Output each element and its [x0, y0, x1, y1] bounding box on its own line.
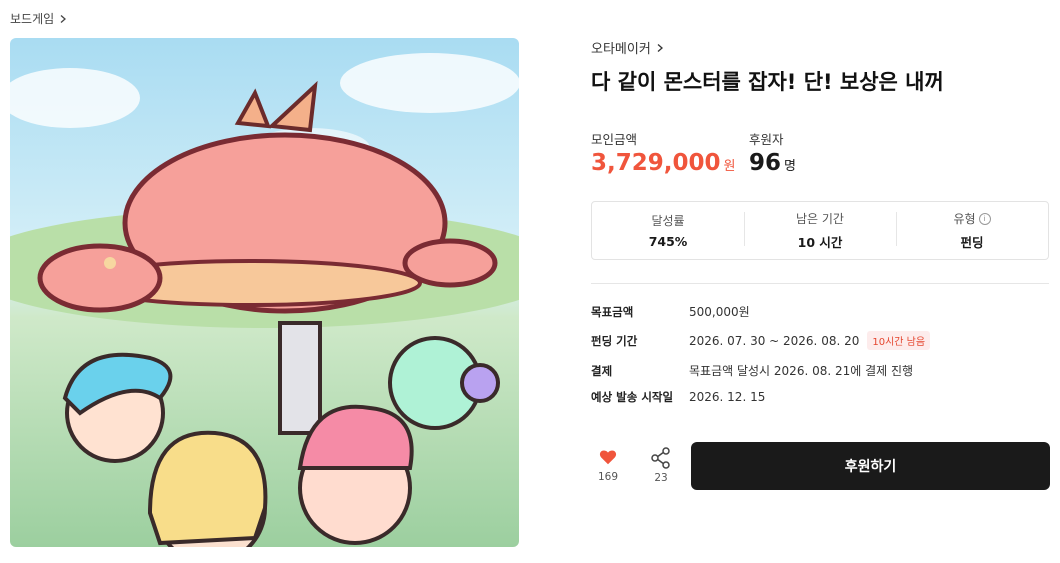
remaining-value: 10 시간	[797, 235, 843, 250]
payment-key: 결제	[591, 363, 613, 378]
funding-value: 3,729,000	[591, 150, 721, 176]
summary-box: 달성률 745% 남은 기간 10 시간 유형 i 펀딩	[591, 201, 1049, 260]
share-count: 23	[654, 472, 668, 484]
info-icon[interactable]: i	[978, 212, 991, 225]
payment-value: 목표금액 달성시 2026. 08. 21에 결제 진행	[689, 364, 914, 378]
backers-label: 후원자	[749, 132, 784, 147]
project-type: 유형 i 펀딩	[896, 210, 1048, 251]
back-project-button[interactable]: 후원하기	[691, 442, 1050, 490]
backers-value: 96	[749, 150, 782, 176]
creator-name[interactable]: 오타메이커	[591, 38, 651, 57]
achievement-rate: 달성률 745%	[592, 212, 744, 249]
remaining-label: 남은 기간	[796, 212, 844, 226]
funding-label: 모인금액	[591, 132, 638, 147]
period-key: 펀딩 기간	[591, 333, 638, 348]
backers-count: 96 명	[749, 150, 796, 176]
funding-amount: 3,729,000 원	[591, 150, 735, 176]
rate-label: 달성률	[651, 214, 685, 228]
ship-key: 예상 발송 시작일	[591, 390, 674, 404]
period-value: 2026. 07. 30 ~ 2026. 08. 20	[689, 333, 860, 348]
period-row: 펀딩 기간 2026. 07. 30 ~ 2026. 08. 20 10시간 남…	[591, 331, 931, 350]
project-title: 다 같이 몬스터를 잡자! 단! 보상은 내꺼	[591, 70, 944, 94]
like-button[interactable]: 169	[598, 449, 618, 483]
like-count: 169	[598, 471, 619, 483]
creator-link[interactable]: 오타메이커	[591, 38, 665, 57]
share-icon	[651, 447, 670, 469]
backers-unit: 명	[784, 159, 796, 174]
share-button[interactable]: 23	[650, 447, 672, 484]
breadcrumb[interactable]: 보드게임	[10, 10, 68, 27]
type-label: 유형	[953, 212, 976, 226]
project-hero-image	[10, 38, 519, 547]
payment-row: 결제 목표금액 달성시 2026. 08. 21에 결제 진행	[591, 362, 913, 379]
ship-value: 2026. 12. 15	[689, 390, 766, 404]
ship-row: 예상 발송 시작일 2026. 12. 15	[591, 389, 765, 405]
type-value: 펀딩	[960, 235, 984, 250]
breadcrumb-category[interactable]: 보드게임	[10, 10, 54, 27]
goal-row: 목표금액 500,000원	[591, 303, 750, 320]
chevron-right-icon	[58, 14, 68, 24]
funding-unit: 원	[723, 159, 736, 174]
chevron-right-icon	[655, 43, 665, 53]
divider	[591, 283, 1049, 284]
goal-key: 목표금액	[591, 304, 634, 319]
rate-value: 745%	[648, 234, 688, 249]
heart-icon	[599, 450, 617, 465]
remaining-badge: 10시간 남음	[867, 331, 931, 350]
remaining-period: 남은 기간 10 시간	[744, 210, 896, 251]
goal-value: 500,000원	[689, 305, 750, 319]
